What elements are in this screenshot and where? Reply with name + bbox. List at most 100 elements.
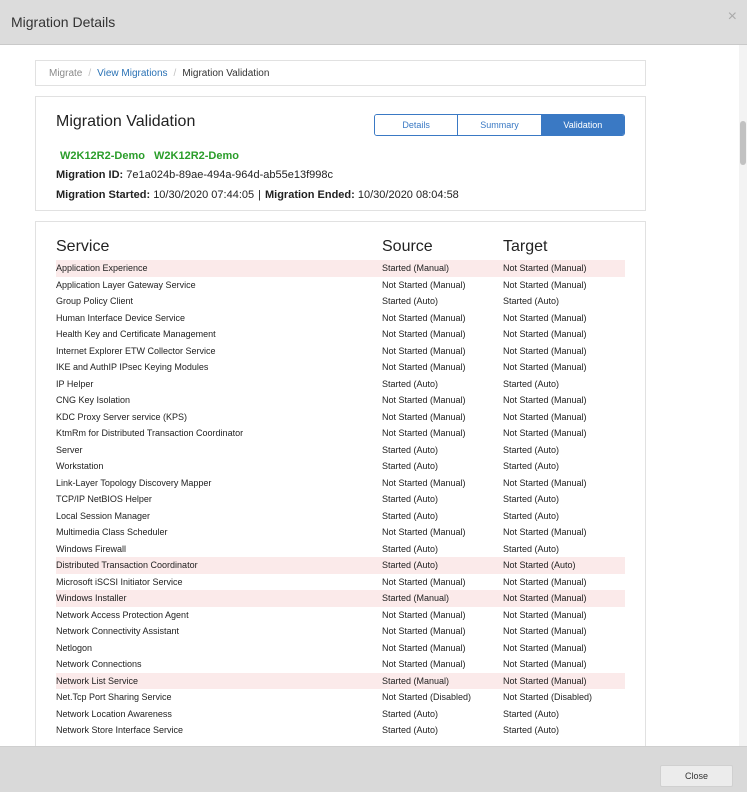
target-cell: Started (Auto) bbox=[503, 461, 560, 471]
source-cell: Started (Auto) bbox=[382, 708, 439, 719]
service-cell: Network Access Protection Agent bbox=[56, 609, 189, 620]
source-cell: Not Started (Manual) bbox=[382, 362, 466, 372]
service-cell: Windows Installer bbox=[56, 593, 127, 603]
source-cell: Started (Auto) bbox=[382, 296, 439, 306]
table-row: Network Access Protection Agent Not Start… bbox=[56, 607, 625, 624]
migration-id-line: Migration ID: 7e1a024b-89ae-494a-964d-ab… bbox=[56, 169, 333, 181]
breadcrumb-view-migrations-link[interactable]: View Migrations bbox=[97, 68, 167, 79]
service-cell: Windows Firewall bbox=[56, 543, 127, 554]
service-cell: Internet Explorer ETW Collector Service bbox=[56, 345, 216, 356]
source-cell: Not Started (Manual) bbox=[382, 527, 466, 537]
service-cell: Application Experience bbox=[56, 263, 148, 273]
tab-details[interactable]: Details bbox=[375, 115, 459, 135]
service-cell: Netlogon bbox=[56, 642, 93, 653]
service-cell: Human Interface Device Service bbox=[56, 312, 186, 323]
target-cell: Not Started (Manual) bbox=[503, 312, 587, 323]
source-cell: Started (Auto) bbox=[382, 725, 439, 735]
service-cell: Microsoft iSCSI Initiator Service bbox=[56, 576, 183, 587]
source-cell: Started (Auto) bbox=[382, 461, 439, 471]
column-header-service: Service bbox=[56, 238, 110, 255]
table-row: Application Experience Started (Manual) No… bbox=[56, 260, 625, 277]
table-row: Microsoft iSCSI Initiator Service Not Sta… bbox=[56, 574, 625, 591]
scrollbar-thumb[interactable] bbox=[740, 121, 746, 165]
modal-header: Migration Details × bbox=[0, 0, 747, 45]
table-row: Internet Explorer ETW Collector Service N… bbox=[56, 343, 625, 360]
source-cell: Not Started (Manual) bbox=[382, 279, 466, 290]
source-cell: Started (Manual) bbox=[382, 263, 450, 273]
target-cell: Started (Auto) bbox=[503, 494, 560, 504]
service-cell: Health Key and Certificate Management bbox=[56, 329, 216, 339]
service-cell: Local Session Manager bbox=[56, 510, 151, 521]
tab-summary[interactable]: Summary bbox=[458, 115, 542, 135]
target-host: W2K12R2-Demo bbox=[154, 150, 239, 162]
service-cell: Net.Tcp Port Sharing Service bbox=[56, 692, 172, 702]
source-cell: Not Started (Manual) bbox=[382, 609, 466, 620]
source-cell: Not Started (Manual) bbox=[382, 345, 466, 356]
service-cell: Workstation bbox=[56, 461, 104, 471]
table-row: Group Policy Client Started (Auto) Started… bbox=[56, 293, 625, 310]
target-cell: Not Started (Manual) bbox=[503, 527, 587, 537]
target-cell: Not Started (Manual) bbox=[503, 411, 587, 422]
table-row: Netlogon Not Started (Manual) Not Started … bbox=[56, 640, 625, 657]
source-cell: Not Started (Manual) bbox=[382, 626, 466, 636]
migration-ended-value: 10/30/2020 08:04:58 bbox=[357, 189, 459, 201]
target-cell: Not Started (Manual) bbox=[503, 395, 587, 405]
service-cell: Network List Service bbox=[56, 675, 139, 686]
table-header: Service Source Target bbox=[56, 238, 625, 258]
target-cell: Not Started (Disabled) bbox=[503, 692, 593, 702]
target-cell: Not Started (Manual) bbox=[503, 675, 587, 686]
target-cell: Started (Auto) bbox=[503, 510, 560, 521]
table-row: Link-Layer Topology Discovery Mapper Not … bbox=[56, 475, 625, 492]
service-cell: Server bbox=[56, 444, 83, 455]
separator-pipe: | bbox=[258, 189, 261, 201]
table-row: Workstation Started (Auto) Started (Auto) bbox=[56, 458, 625, 475]
vertical-scrollbar[interactable] bbox=[739, 45, 747, 746]
target-cell: Not Started (Manual) bbox=[503, 609, 587, 620]
validation-table-card: Service Source Target Application Experi… bbox=[35, 221, 646, 746]
table-row: KDC Proxy Server service (KPS) Not Starte… bbox=[56, 409, 625, 426]
source-cell: Not Started (Manual) bbox=[382, 428, 466, 438]
migration-details-modal: Migration Details × Migrate / View Migrati… bbox=[0, 0, 747, 792]
target-cell: Started (Auto) bbox=[503, 708, 560, 719]
source-cell: Not Started (Disabled) bbox=[382, 692, 472, 702]
target-cell: Not Started (Manual) bbox=[503, 659, 587, 669]
target-cell: Started (Auto) bbox=[503, 296, 560, 306]
source-host: W2K12R2-Demo bbox=[60, 150, 145, 162]
service-cell: Application Layer Gateway Service bbox=[56, 279, 196, 290]
breadcrumb-migrate[interactable]: Migrate bbox=[49, 68, 82, 79]
target-cell: Not Started (Manual) bbox=[503, 345, 587, 356]
modal-footer: Close bbox=[0, 746, 747, 792]
target-cell: Not Started (Manual) bbox=[503, 428, 587, 438]
table-row: Human Interface Device Service Not Starte… bbox=[56, 310, 625, 327]
close-button[interactable]: Close bbox=[660, 765, 733, 787]
table-row: KtmRm for Distributed Transaction Coordi… bbox=[56, 425, 625, 442]
table-row: IP Helper Started (Auto) Started (Auto) bbox=[56, 376, 625, 393]
column-header-target: Target bbox=[503, 238, 548, 255]
source-cell: Started (Manual) bbox=[382, 675, 450, 686]
table-row: Network Store Interface Service Started (… bbox=[56, 722, 625, 739]
source-cell: Started (Auto) bbox=[382, 378, 439, 389]
migration-started-label: Migration Started: bbox=[56, 189, 151, 201]
close-icon[interactable]: × bbox=[728, 8, 737, 26]
service-cell: Link-Layer Topology Discovery Mapper bbox=[56, 477, 212, 488]
modal-title: Migration Details bbox=[11, 14, 116, 30]
target-cell: Started (Auto) bbox=[503, 444, 560, 455]
target-cell: Not Started (Manual) bbox=[503, 279, 587, 290]
source-cell: Not Started (Manual) bbox=[382, 312, 466, 323]
table-row: IKE and AuthIP IPsec Keying Modules Not S… bbox=[56, 359, 625, 376]
tab-validation[interactable]: Validation bbox=[541, 115, 624, 135]
target-cell: Started (Auto) bbox=[503, 725, 560, 735]
table-row: Server Started (Auto) Started (Auto) bbox=[56, 442, 625, 459]
modal-body: Migrate / View Migrations / Migration Valida… bbox=[0, 45, 747, 746]
target-cell: Not Started (Manual) bbox=[503, 362, 587, 372]
target-cell: Not Started (Manual) bbox=[503, 626, 587, 636]
target-cell: Not Started (Manual) bbox=[503, 593, 587, 603]
table-row: Multimedia Class Scheduler Not Started (M… bbox=[56, 524, 625, 541]
table-body: Application Experience Started (Manual) No… bbox=[56, 260, 625, 739]
source-cell: Not Started (Manual) bbox=[382, 659, 466, 669]
service-cell: CNG Key Isolation bbox=[56, 395, 131, 405]
service-cell: IKE and AuthIP IPsec Keying Modules bbox=[56, 362, 209, 372]
target-cell: Started (Auto) bbox=[503, 543, 560, 554]
source-cell: Not Started (Manual) bbox=[382, 329, 466, 339]
target-cell: Not Started (Manual) bbox=[503, 642, 587, 653]
